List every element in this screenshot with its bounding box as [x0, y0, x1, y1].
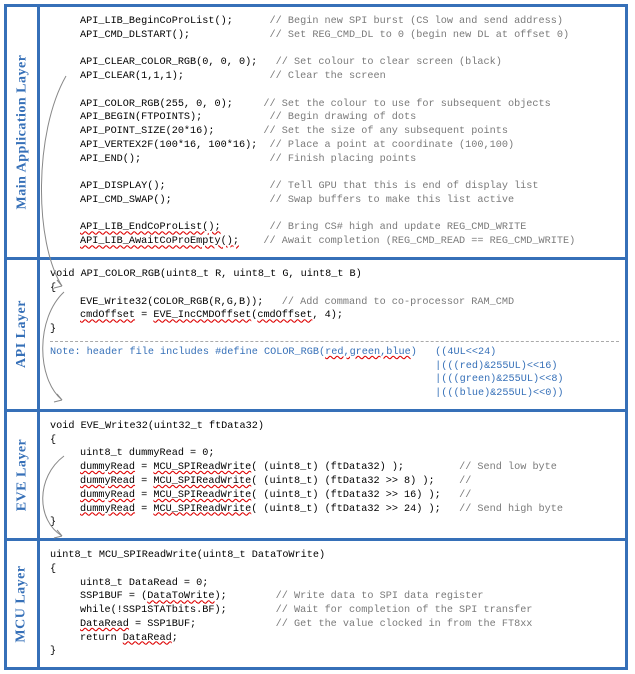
api-note-args: red,green,blue	[325, 347, 411, 358]
m-l5-cmt: // Set the colour to use for subsequent …	[263, 99, 550, 110]
code-api: void API_COLOR_RGB(uint8_t R, uint8_t G,…	[40, 260, 625, 409]
mcu-close: }	[50, 645, 619, 659]
m-l2-cmt: // Set REG_CMD_DL to 0 (begin new DL at …	[270, 30, 570, 41]
m-l11-cmt: // Swap buffers to make this list active	[270, 195, 515, 206]
m-l8-code: API_VERTEX2F(100*16, 100*16);	[80, 140, 257, 151]
m-l1-cmt: // Begin new SPI burst (CS low and send …	[270, 16, 563, 27]
api-note4: Note: header file includes #define COLOR…	[50, 387, 619, 401]
m-l7-code: API_POINT_SIZE(20*16);	[80, 126, 215, 137]
m-l6-cmt: // Begin drawing of dots	[270, 112, 417, 123]
eve-close: }	[50, 516, 619, 530]
mcu-v1: uint8_t DataRead = 0;	[50, 577, 619, 591]
m-l4-code: API_CLEAR(1,1,1);	[80, 71, 184, 82]
label-cell-api: API Layer	[7, 260, 40, 409]
m-l4-cmt: // Clear the screen	[270, 71, 386, 82]
api-b1-cmt: // Add command to co-processor RAM_CMD	[282, 297, 514, 308]
label-cell-main: Main Application Layer	[7, 7, 40, 257]
label-eve: EVE Layer	[14, 439, 30, 512]
api-note2: Note: header file includes #define COLOR…	[50, 360, 619, 374]
label-api: API Layer	[14, 301, 30, 369]
mcu-sig: uint8_t MCU_SPIReadWrite(uint8_t DataToW…	[50, 549, 619, 563]
api-note3: Note: header file includes #define COLOR…	[50, 373, 619, 387]
row-api: API Layer void API_COLOR_RGB(uint8_t R, …	[7, 260, 625, 412]
m-l10-code: API_DISPLAY();	[80, 181, 166, 192]
api-sig: void API_COLOR_RGB(uint8_t R, uint8_t G,…	[50, 268, 619, 282]
api-b2b: =	[135, 310, 153, 321]
api-note-post: ) ((4UL<<24)	[411, 347, 497, 358]
api-b2c: EVE_IncCMDOffset	[153, 310, 251, 321]
row-mcu: MCU Layer uint8_t MCU_SPIReadWrite(uint8…	[7, 541, 625, 667]
m-l11-code: API_CMD_SWAP();	[80, 195, 172, 206]
api-divider	[50, 341, 619, 342]
label-cell-mcu: MCU Layer	[7, 541, 40, 667]
m-l5-code: API_COLOR_RGB(255, 0, 0);	[80, 99, 233, 110]
eve-open: {	[50, 434, 619, 448]
label-cell-eve: EVE Layer	[7, 412, 40, 538]
m-l10-cmt: // Tell GPU that this is end of display …	[270, 181, 539, 192]
m-l13-code: API_LIB_AwaitCoProEmpty();	[80, 236, 239, 247]
m-l7-cmt: // Set the size of any subsequent points	[263, 126, 508, 137]
code-eve: void EVE_Write32(uint32_t ftData32) { ui…	[40, 412, 625, 538]
eve-sig: void EVE_Write32(uint32_t ftData32)	[50, 420, 619, 434]
api-b1: EVE_Write32(COLOR_RGB(R,G,B));	[80, 297, 263, 308]
eve-v1: uint8_t dummyRead = 0;	[50, 447, 619, 461]
label-mcu: MCU Layer	[14, 565, 30, 642]
api-note-pre: Note: header file includes #define COLOR…	[50, 347, 325, 358]
api-close: }	[50, 323, 619, 337]
label-main: Main Application Layer	[14, 55, 30, 210]
code-mcu: uint8_t MCU_SPIReadWrite(uint8_t DataToW…	[40, 541, 625, 667]
m-l8-cmt: // Place a point at coordinate (100,100)	[270, 140, 515, 151]
api-b2e: cmdOffset	[257, 310, 312, 321]
m-l3-cmt: // Set colour to clear screen (black)	[276, 57, 502, 68]
api-b2f: , 4);	[312, 310, 343, 321]
layer-diagram: Main Application Layer API_LIB_BeginCoPr…	[4, 4, 628, 670]
mcu-open: {	[50, 563, 619, 577]
row-eve: EVE Layer void EVE_Write32(uint32_t ftDa…	[7, 412, 625, 541]
m-l2-code: API_CMD_DLSTART();	[80, 30, 190, 41]
m-l1-code: API_LIB_BeginCoProList();	[80, 16, 233, 27]
row-main: Main Application Layer API_LIB_BeginCoPr…	[7, 7, 625, 260]
api-b2a: cmdOffset	[80, 310, 135, 321]
m-l12-code: API_LIB_EndCoProList();	[80, 222, 221, 233]
m-l12-cmt: // Bring CS# high and update REG_CMD_WRI…	[270, 222, 527, 233]
m-l3-code: API_CLEAR_COLOR_RGB(0, 0, 0);	[80, 57, 257, 68]
api-open: {	[50, 282, 619, 296]
m-l13-cmt: // Await completion (REG_CMD_READ == REG…	[263, 236, 575, 247]
m-l6-code: API_BEGIN(FTPOINTS);	[80, 112, 202, 123]
code-main: API_LIB_BeginCoProList(); // Begin new S…	[40, 7, 625, 257]
m-l9-cmt: // Finish placing points	[270, 154, 417, 165]
m-l9-code: API_END();	[80, 154, 141, 165]
